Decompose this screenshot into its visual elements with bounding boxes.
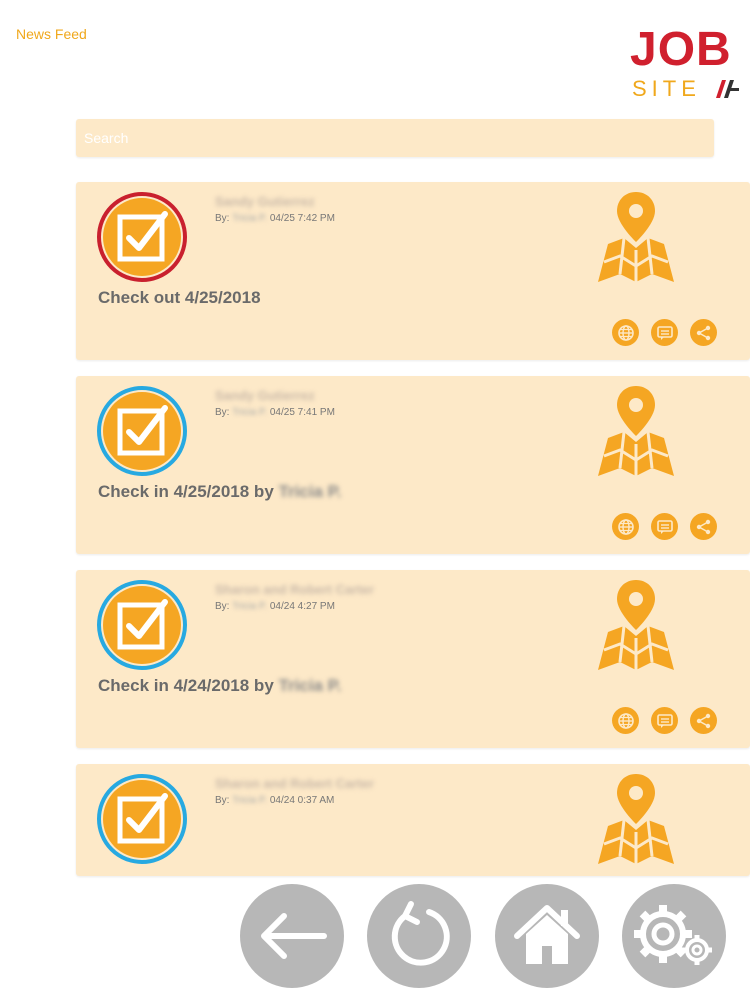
by-name: Tricia P. [232,407,268,418]
checkbox-check-icon [117,211,168,262]
refresh-button[interactable] [367,884,471,988]
logo-mark-icon [716,80,739,98]
card-actions [612,707,717,734]
by-name: Tricia P. [232,601,268,612]
feed-author: Sandy Gutierrez [215,194,315,209]
share-icon[interactable] [690,319,717,346]
card-actions [612,513,717,540]
by-label: By: [215,213,230,224]
timestamp: 04/24 0:37 AM [269,795,335,806]
card-actions [612,319,717,346]
by-label: By: [215,407,230,418]
checkbox-check-icon [117,405,168,456]
feed-meta: By: Tricia P. 04/24 0:37 AM [215,795,334,806]
feed-title-text: Check in 4/24/2018 by [98,676,274,695]
map-pin-icon[interactable] [594,578,678,672]
check-in-badge [97,774,187,864]
comment-icon[interactable] [651,319,678,346]
search-input[interactable] [76,119,714,157]
globe-icon[interactable] [612,707,639,734]
timestamp: 04/25 7:42 PM [269,213,335,224]
globe-icon[interactable] [612,319,639,346]
feed-title-name: Tricia P. [278,482,342,501]
refresh-icon [391,901,450,966]
feed-meta: By: Tricia P. 04/25 7:42 PM [215,213,335,224]
feed-meta: By: Tricia P. 04/25 7:41 PM [215,407,335,418]
bottom-nav [240,884,750,1000]
feed-meta: By: Tricia P. 04/24 4:27 PM [215,601,335,612]
settings-button[interactable] [622,884,726,988]
feed-title-name: Tricia P. [278,676,342,695]
map-pin-icon[interactable] [594,190,678,284]
check-in-badge [97,386,187,476]
checkbox-check-icon [117,793,168,844]
share-icon[interactable] [690,513,717,540]
home-button[interactable] [495,884,599,988]
by-name: Tricia P. [232,213,268,224]
check-in-badge [97,580,187,670]
feed-author: Sharon and Robert Carter [215,776,374,791]
map-pin-icon[interactable] [594,384,678,478]
check-out-badge [97,192,187,282]
by-label: By: [215,601,230,612]
map-pin-icon[interactable] [594,772,678,866]
jobsite-logo: JOB SITE [630,26,742,102]
feed-title-text: Check in 4/25/2018 by [98,482,274,501]
feed-author: Sandy Gutierrez [215,388,315,403]
logo-job-text: JOB [630,23,732,76]
home-icon [514,905,580,964]
feed-title: Check in 4/24/2018 by Tricia P. [98,676,342,696]
checkbox-check-icon [117,599,168,650]
logo-site-text: SITE [632,76,701,101]
comment-icon[interactable] [651,707,678,734]
nav-title[interactable]: News Feed [16,26,87,42]
feed-card[interactable]: Sharon and Robert Carter By: Tricia P. 0… [76,570,750,748]
feed-author: Sharon and Robert Carter [215,582,374,597]
timestamp: 04/25 7:41 PM [269,407,335,418]
back-arrow-icon [261,913,327,959]
news-feed-list: Sandy Gutierrez By: Tricia P. 04/25 7:42… [76,182,750,892]
gear-icon [634,905,712,965]
back-button[interactable] [240,884,344,988]
feed-card[interactable]: Sandy Gutierrez By: Tricia P. 04/25 7:41… [76,376,750,554]
by-label: By: [215,795,230,806]
by-name: Tricia P. [232,795,268,806]
feed-title-text: Check out 4/25/2018 [98,288,261,307]
feed-card[interactable]: Sandy Gutierrez By: Tricia P. 04/25 7:42… [76,182,750,360]
share-icon[interactable] [690,707,717,734]
feed-title: Check out 4/25/2018 [98,288,261,308]
feed-title: Check in 4/25/2018 by Tricia P. [98,482,342,502]
feed-card[interactable]: Sharon and Robert Carter By: Tricia P. 0… [76,764,750,876]
timestamp: 04/24 4:27 PM [269,601,335,612]
globe-icon[interactable] [612,513,639,540]
comment-icon[interactable] [651,513,678,540]
